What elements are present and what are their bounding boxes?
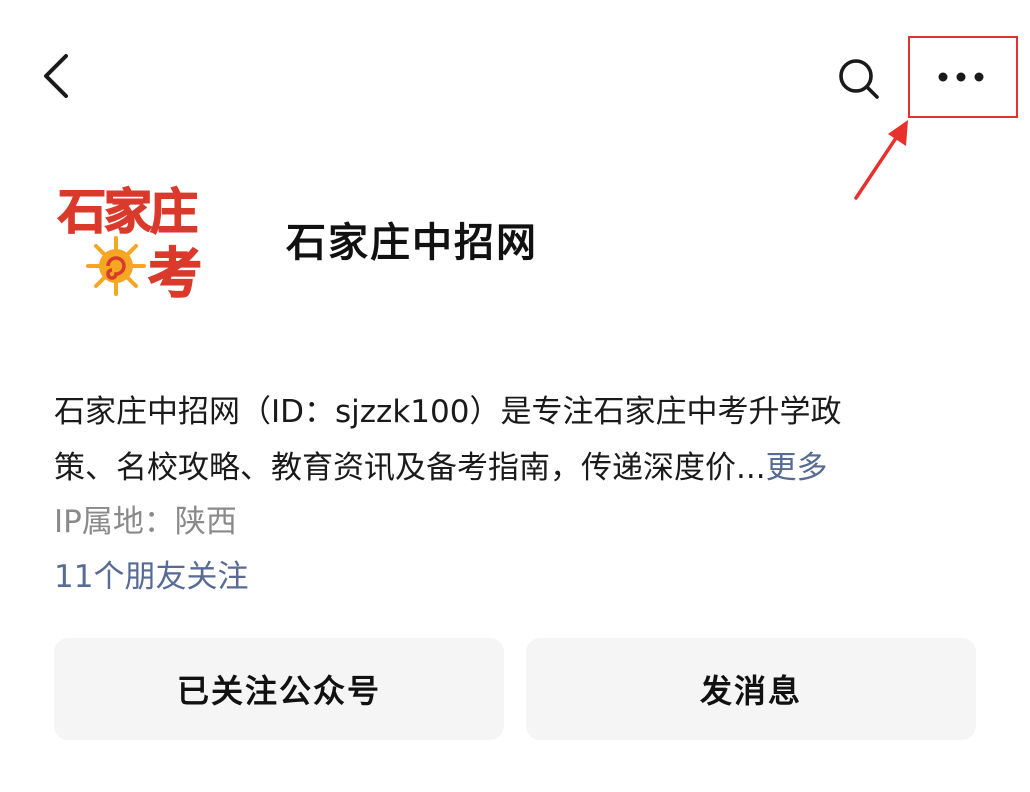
- account-avatar[interactable]: 石家庄 考: [54, 178, 240, 306]
- chevron-left-icon: [44, 54, 68, 98]
- search-button[interactable]: [830, 52, 886, 104]
- account-name: 石家庄中招网: [286, 220, 538, 266]
- description-line-2: 策、名校攻略、教育资讯及备考指南，传递深度价...更多: [54, 440, 954, 496]
- avatar-sun-mark: [86, 236, 146, 296]
- friends-following-link[interactable]: 11个朋友关注: [54, 551, 248, 603]
- description-more-link[interactable]: 更多: [766, 450, 828, 486]
- followed-account-button[interactable]: 已关注公众号: [54, 638, 504, 740]
- more-options-button[interactable]: [908, 36, 1018, 118]
- logo-sun-icon: 石家庄 考: [57, 183, 203, 306]
- search-icon: [839, 59, 879, 99]
- top-navigation-bar: [0, 0, 1030, 200]
- send-message-button[interactable]: 发消息: [526, 638, 976, 740]
- account-profile: 石家庄 考 石家庄中招网: [54, 178, 974, 308]
- back-button[interactable]: [30, 44, 86, 108]
- description-line-2-text: 策、名校攻略、教育资讯及备考指南，传递深度价...: [54, 450, 766, 486]
- more-horizontal-icon: [938, 72, 984, 82]
- description-line-1: 石家庄中招网（ID：sjzzk100）是专注石家庄中考升学政: [54, 394, 842, 430]
- avatar-logo-line2: 考: [148, 242, 202, 302]
- ip-location: IP属地：陕西: [54, 504, 237, 540]
- avatar-logo-line1: 石家庄: [58, 184, 197, 240]
- account-description: 石家庄中招网（ID：sjzzk100）是专注石家庄中考升学政 策、名校攻略、教育…: [54, 384, 954, 496]
